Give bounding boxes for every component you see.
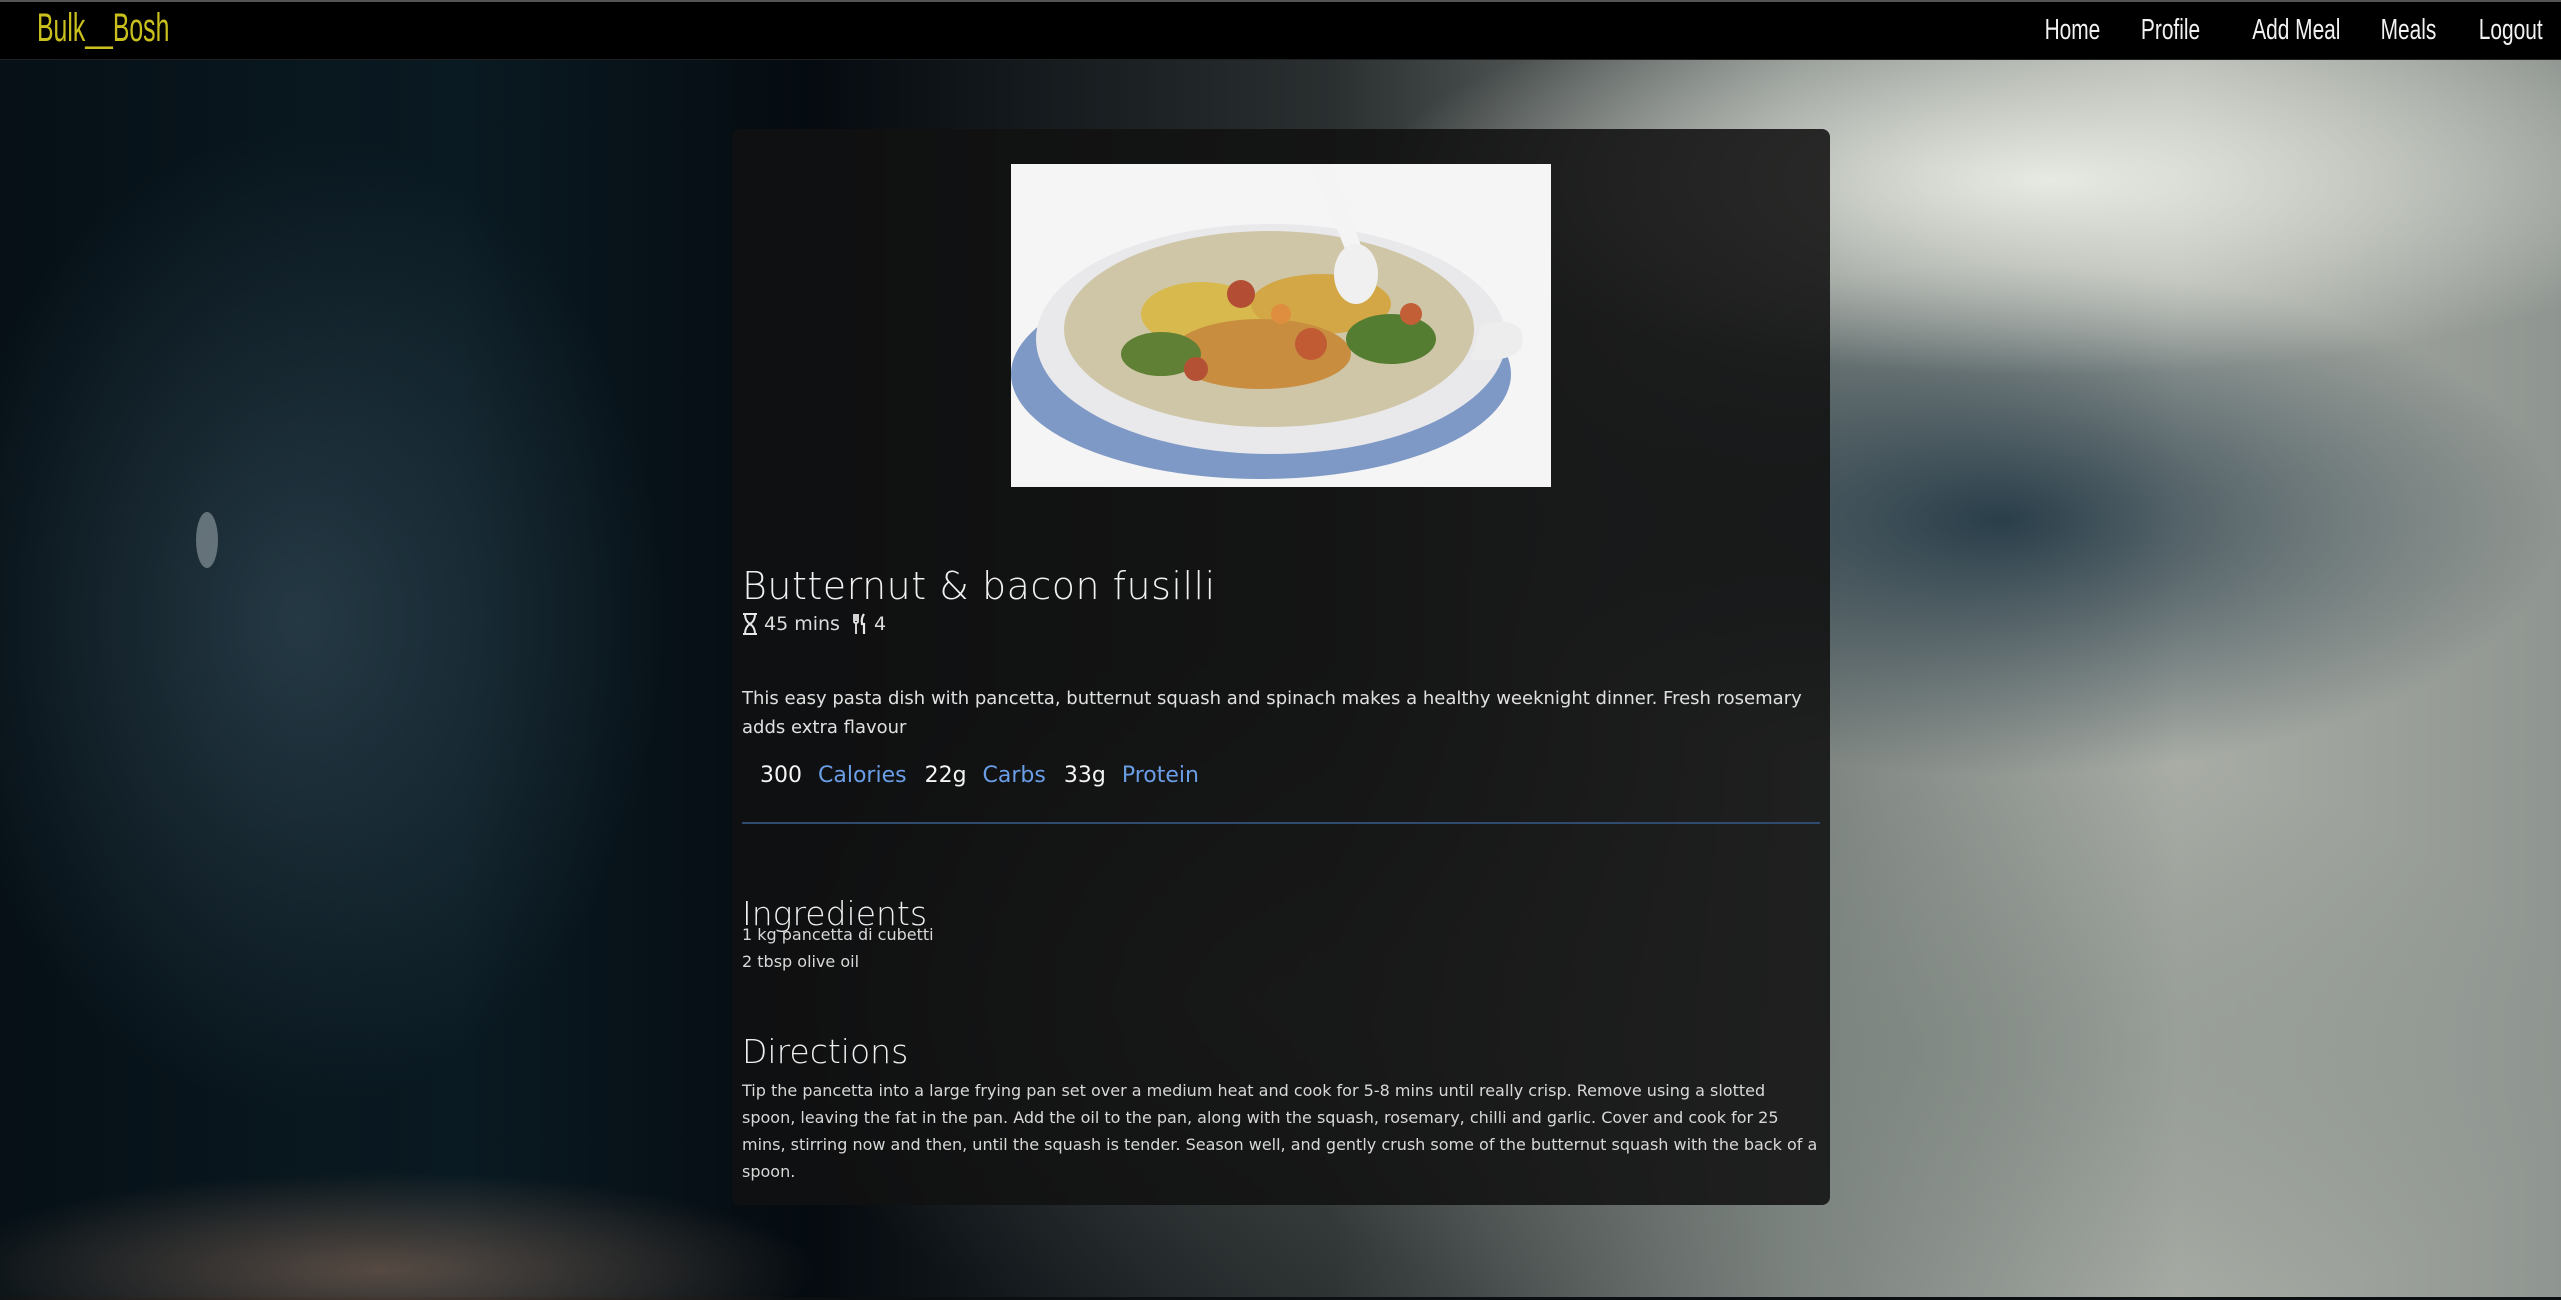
navbar: Bulk__Bosh Home Profile Add Meal Meals L… (0, 0, 2561, 60)
meal-time: 45 mins (764, 613, 840, 635)
meal-image (1011, 164, 1551, 487)
meal-servings: 4 (873, 613, 887, 635)
carbs-value: 22g (924, 763, 967, 788)
macros-row: 300 Calories 22g Carbs 33g Protein (760, 763, 1217, 788)
nav-link-meals[interactable]: Meals (2370, 14, 2446, 47)
meal-title: Butternut & bacon fusilli (742, 564, 1216, 609)
nav-link-home[interactable]: Home (2034, 14, 2110, 47)
divider (742, 822, 1820, 824)
meal-card: Butternut & bacon fusilli 45 mins 4 This… (732, 129, 1830, 1205)
background-glint (196, 512, 218, 568)
nav-link-logout[interactable]: Logout (2469, 14, 2553, 47)
cutlery-icon (852, 613, 868, 635)
directions-heading: Directions (742, 1032, 909, 1072)
nav-link-profile[interactable]: Profile (2131, 14, 2210, 47)
calories-label: Calories (818, 763, 907, 788)
carbs-label: Carbs (982, 763, 1046, 788)
calories-value: 300 (760, 763, 802, 788)
protein-value: 33g (1063, 763, 1106, 788)
nav-link-add-meal[interactable]: Add Meal (2243, 14, 2351, 47)
list-item: 1 kg pancetta di cubetti (742, 925, 934, 944)
list-item: 2 tbsp olive oil (742, 952, 860, 971)
hourglass-icon (742, 613, 758, 635)
ingredients-list: 1 kg pancetta di cubetti 2 tbsp olive oi… (742, 921, 934, 975)
meal-description: This easy pasta dish with pancetta, butt… (742, 688, 1802, 738)
brand-logo[interactable]: Bulk__Bosh (37, 6, 169, 51)
nav-links: Home Profile Add Meal Meals Logout (2015, 14, 2553, 47)
meal-meta: 45 mins 4 (742, 613, 886, 635)
directions-text: Tip the pancetta into a large frying pan… (742, 1081, 1818, 1181)
protein-label: Protein (1121, 763, 1199, 788)
